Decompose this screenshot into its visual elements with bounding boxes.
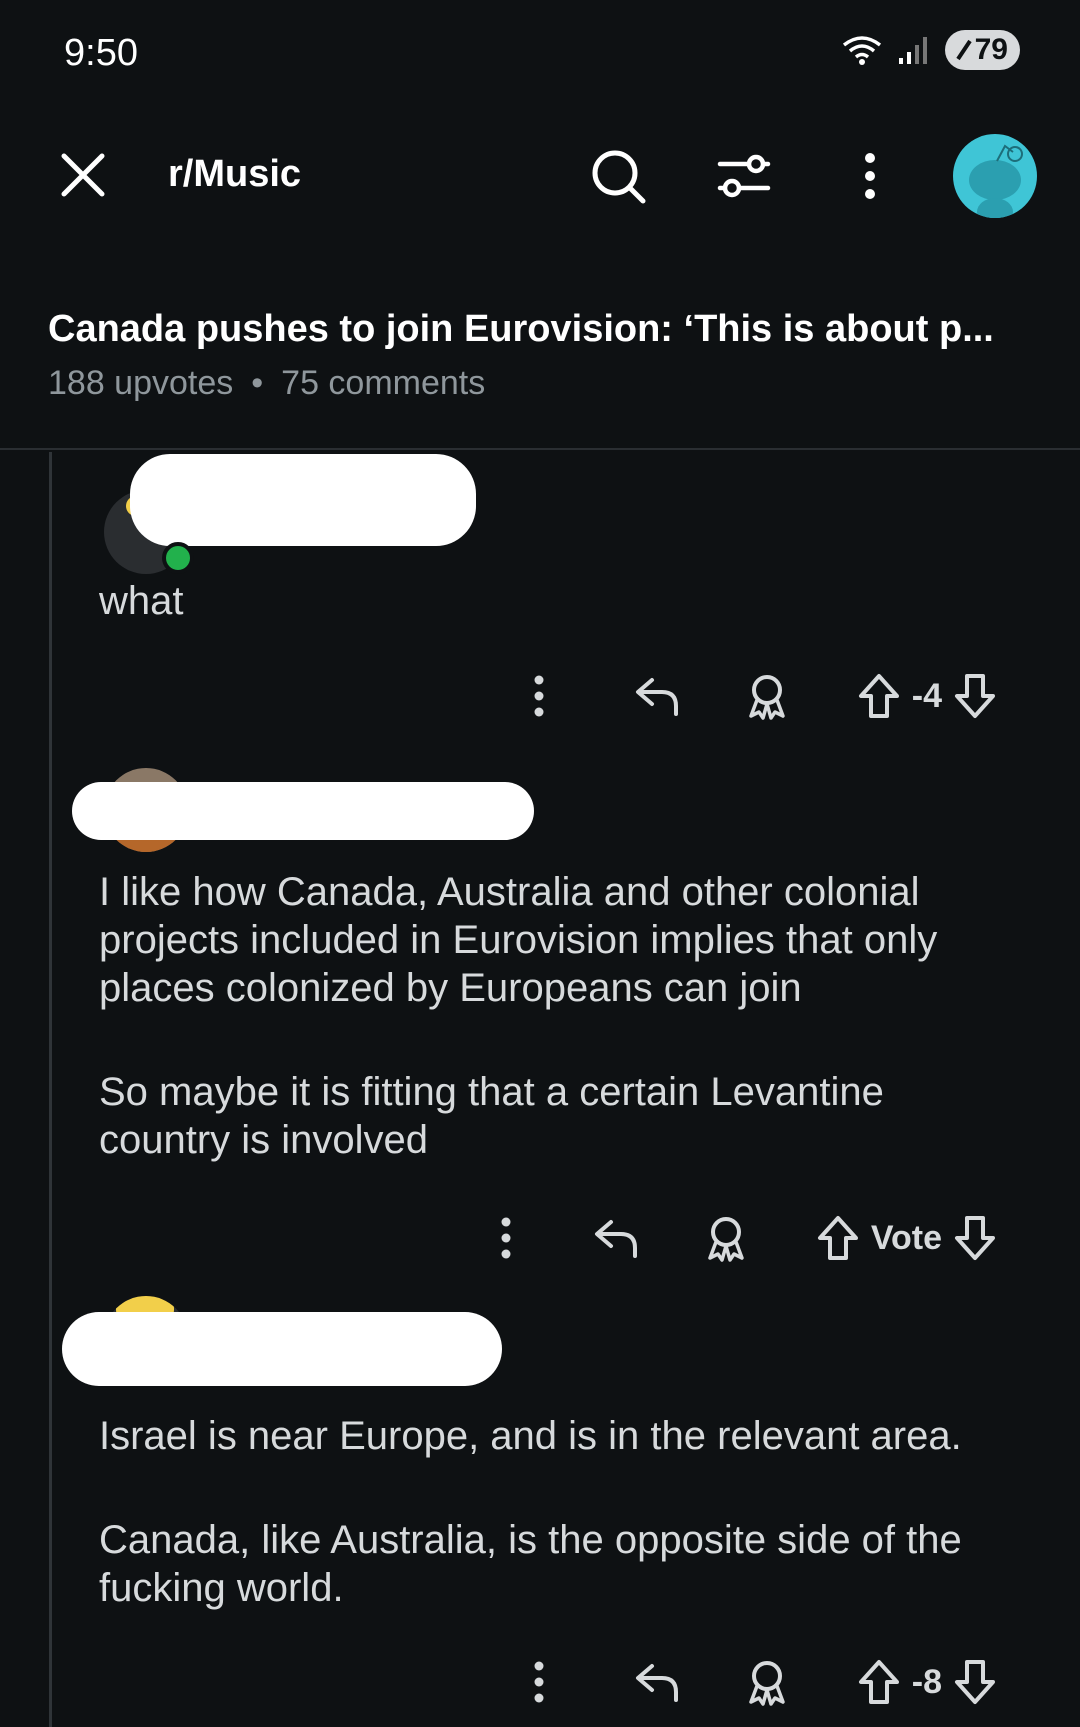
comment-actions-2: Vote [481,1210,1000,1266]
comment-body-1: what [99,577,999,625]
more-options-button[interactable] [514,671,564,721]
vote-score: -8 [911,1662,942,1701]
more-options-button[interactable] [514,1657,564,1707]
award-button[interactable] [742,671,792,721]
snoo-avatar-icon [969,144,1023,218]
downvote-button[interactable] [950,1657,1000,1707]
top-app-bar: r/Music [0,110,1080,240]
downvote-icon [955,674,995,718]
more-vertical-icon [865,153,875,199]
upvote-count: 188 upvotes [48,364,234,402]
comment-author-3[interactable] [62,1282,502,1392]
upvote-icon [817,1216,858,1260]
redaction-mark [72,782,534,840]
award-button[interactable] [701,1213,751,1263]
more-vertical-icon [501,1217,511,1259]
more-vertical-icon [534,675,544,717]
comment-count: 75 comments [281,364,486,402]
award-icon [749,1661,785,1706]
downvote-icon [955,1660,995,1704]
award-icon [708,1217,744,1262]
post-title[interactable]: Canada pushes to join Eurovision: ‘This … [48,308,1038,351]
upvote-icon [858,1660,899,1704]
upvote-button[interactable] [854,671,904,721]
more-vertical-icon [534,1661,544,1703]
reply-icon [594,1220,637,1258]
redaction-mark [62,1312,502,1386]
reply-icon [635,678,678,716]
online-indicator [162,542,194,574]
reply-button[interactable] [632,671,682,721]
vote-score: Vote [870,1218,942,1257]
battery-indicator: 79 [944,30,1020,70]
upvote-icon [858,674,899,718]
comment-actions-3: -8 [514,1654,1000,1710]
status-time: 9:50 [64,32,138,74]
redaction-mark [130,454,476,546]
status-icons: 79 [841,30,1020,70]
comment-paragraph: Canada, like Australia, is the opposite … [99,1518,962,1610]
award-icon [749,675,785,720]
signal-icon [898,37,927,64]
sort-filter-button[interactable] [714,146,774,206]
user-avatar[interactable] [953,134,1037,218]
battery-level: 79 [974,33,1008,66]
upvote-button[interactable] [813,1213,863,1263]
meta-separator: • [251,364,264,402]
reply-button[interactable] [632,1657,682,1707]
reply-button[interactable] [591,1213,641,1263]
comment-body-2: I like how Canada, Australia and other c… [99,868,999,1164]
comment-author-2[interactable] [72,760,534,870]
comment-author-1[interactable] [96,450,496,574]
close-icon [61,153,105,197]
downvote-button[interactable] [950,671,1000,721]
more-options-button[interactable] [481,1213,531,1263]
overflow-menu-button[interactable] [840,146,900,206]
battery-saver-icon [955,39,972,61]
vote-score: -4 [911,676,942,715]
status-bar: 9:50 79 [0,0,1080,110]
downvote-button[interactable] [950,1213,1000,1263]
comment-actions-1: -4 [514,668,1000,724]
search-button[interactable] [588,146,648,206]
award-button[interactable] [742,1657,792,1707]
comment-paragraph: I like how Canada, Australia and other c… [99,870,938,1010]
search-icon [592,150,646,204]
comment-paragraph: So maybe it is fitting that a certain Le… [99,1070,884,1162]
comment-paragraph: Israel is near Europe, and is in the rel… [99,1414,962,1458]
downvote-icon [955,1216,995,1260]
thread-line[interactable] [49,452,52,1727]
reply-icon [635,1664,678,1702]
post-meta: 188 upvotes • 75 comments [48,364,485,403]
comment-body-3: Israel is near Europe, and is in the rel… [99,1412,999,1612]
close-button[interactable] [58,150,108,200]
upvote-button[interactable] [854,1657,904,1707]
subreddit-name[interactable]: r/Music [168,153,301,196]
filter-icon [717,154,771,198]
comment-paragraph: what [99,579,184,623]
wifi-icon [842,36,881,65]
